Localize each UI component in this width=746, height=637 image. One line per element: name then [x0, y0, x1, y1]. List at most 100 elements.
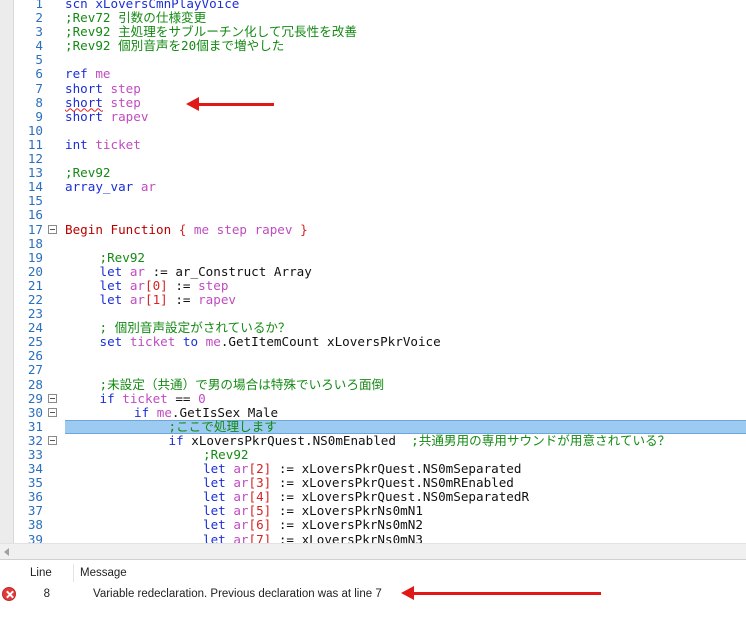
code-line[interactable]: 19 ;Rev92	[0, 249, 746, 265]
code-token: ;Rev92	[203, 447, 249, 462]
code-token: :=	[271, 461, 302, 477]
code-line[interactable]: 20 let ar := ar_Construct Array	[0, 264, 746, 279]
code-token: xLoversPkrQuest.NS0mEnabled	[183, 432, 396, 448]
line-number: 32	[27, 432, 43, 448]
code-token: if	[134, 404, 150, 420]
code-token: ar	[225, 475, 249, 491]
code-line[interactable]: 25 set ticket to me.GetItemCount xLoversP…	[0, 335, 746, 349]
code-line[interactable]: 30 if me.GetIsSex Male	[0, 404, 746, 420]
code-token: ;Rev72 引数の仕様変更	[65, 10, 207, 26]
code-text: ;ここで処理します	[169, 419, 277, 434]
code-text: ;Rev92 主処理をサブルーチン化して冗長性を改善	[65, 25, 357, 39]
error-line-number: 8	[43, 588, 50, 600]
code-text: short step	[65, 80, 141, 96]
code-token: ==	[167, 390, 199, 406]
fold-toggle-icon[interactable]	[48, 435, 57, 445]
line-number: 30	[27, 404, 43, 420]
code-line[interactable]: 32 if xLoversPkrQuest.NS0mEnabled ;共通男用の専…	[0, 432, 746, 448]
code-line[interactable]: 8 short step	[0, 94, 746, 110]
code-token: :=	[167, 291, 199, 307]
code-line[interactable]: 13 ;Rev92	[0, 166, 746, 180]
code-token: step	[102, 94, 141, 110]
code-line[interactable]: 11 int ticket	[0, 136, 746, 152]
code-line[interactable]: 4 ;Rev92 個別音声を20個まで増やした	[0, 39, 746, 53]
code-line[interactable]: 36 let ar[4] := xLoversPkrQuest.NS0mSepar…	[0, 490, 746, 504]
column-header-message[interactable]: Message	[80, 560, 127, 586]
line-number: 14	[27, 179, 43, 195]
code-line[interactable]: 31 ;ここで処理します	[0, 418, 746, 434]
code-line[interactable]: 3 ;Rev92 主処理をサブルーチン化して冗長性を改善	[0, 25, 746, 39]
code-token: let	[203, 461, 226, 477]
code-line[interactable]: 22 let ar[1] := rapev	[0, 291, 746, 307]
code-token: [4]	[248, 489, 272, 505]
code-text: int ticket	[65, 136, 141, 152]
code-token: ar	[225, 489, 249, 505]
line-number: 26	[27, 348, 43, 364]
code-line[interactable]: 9 short rapev	[0, 109, 746, 124]
code-line[interactable]: 6 ref me	[0, 67, 746, 81]
code-token: ticket	[87, 136, 141, 152]
code-token: ;Rev92	[99, 249, 146, 265]
line-number: 34	[27, 461, 43, 477]
fold-toggle-icon[interactable]	[48, 393, 57, 403]
code-line[interactable]: 29 if ticket == 0	[0, 390, 746, 406]
code-token: [1]	[145, 291, 168, 307]
line-number: 11	[27, 136, 43, 152]
code-text: let ar[4] := xLoversPkrQuest.NS0mSeparat…	[203, 490, 529, 504]
code-token: ;Rev92 主処理をサブルーチン化して冗長性を改善	[65, 24, 357, 40]
code-text: let ar[6] := xLoversPkrNs0mN2	[203, 518, 423, 532]
code-token: xLoversPkrNs0mN1	[301, 503, 423, 519]
line-number: 10	[27, 122, 43, 138]
code-line[interactable]: 24 ; 個別音声設定がされているか？	[0, 321, 746, 335]
code-token: ;共通男用の専用サウンドが用意されている？	[395, 432, 671, 448]
fold-toggle-icon[interactable]	[48, 224, 57, 234]
annotation-arrow-error	[401, 586, 601, 600]
code-line[interactable]: 14 array_var ar	[0, 180, 746, 194]
editor-horizontal-scrollbar[interactable]	[0, 543, 746, 560]
line-number: 36	[27, 489, 43, 505]
code-line[interactable]: 17 Begin Function { me step rapev }	[0, 222, 746, 237]
code-line[interactable]: 16	[0, 208, 746, 222]
code-token: ;未設定（共通）で男の場合は特殊でいろいろ面倒	[99, 376, 385, 392]
code-line[interactable]: 34 let ar[2] := xLoversPkrQuest.NS0mSepar…	[0, 461, 746, 477]
code-token: short	[65, 80, 103, 96]
line-number: 12	[27, 151, 43, 167]
code-line[interactable]: 28 ;未設定（共通）で男の場合は特殊でいろいろ面倒	[0, 376, 746, 392]
line-number: 15	[27, 193, 43, 209]
scroll-left-arrow-icon[interactable]	[4, 548, 9, 556]
code-line[interactable]: 27	[0, 363, 746, 377]
code-token: step	[198, 277, 229, 293]
code-line[interactable]: 10	[0, 122, 746, 138]
code-token: :=	[167, 277, 199, 293]
code-line[interactable]: 38 let ar[6] := xLoversPkrNs0mN2	[0, 518, 746, 532]
code-token: int	[65, 136, 88, 152]
code-line[interactable]: 5	[0, 53, 746, 67]
error-row[interactable]: 8 Variable redeclaration. Previous decla…	[0, 586, 746, 604]
code-text: let ar[0] := step	[100, 277, 229, 293]
code-line[interactable]: 7 short step	[0, 80, 746, 96]
column-separator	[73, 564, 74, 582]
code-token: :=	[271, 517, 302, 533]
code-line[interactable]: 33 ;Rev92	[0, 447, 746, 462]
code-line[interactable]: 26	[0, 349, 746, 363]
code-token: ar	[122, 291, 145, 307]
line-number: 31	[27, 418, 43, 434]
code-token: xLoversPkrQuest.NS0mREnabled	[301, 475, 514, 491]
code-token: [5]	[248, 503, 272, 519]
code-line[interactable]: 23	[0, 306, 746, 322]
line-number: 23	[27, 306, 43, 322]
code-line[interactable]: 37 let ar[5] := xLoversPkrNs0mN1	[0, 504, 746, 518]
code-token: [0]	[145, 277, 168, 293]
error-icon	[2, 587, 16, 601]
code-token: 0	[198, 390, 206, 406]
code-editor[interactable]: 1 scn xLoversCmnPlayVoice 2 ;Rev72 引数の仕様変更 3…	[0, 0, 746, 543]
column-header-line[interactable]: Line	[30, 560, 52, 586]
code-line[interactable]: 15	[0, 194, 746, 208]
code-line[interactable]: 18	[0, 236, 746, 251]
code-line[interactable]: 35 let ar[3] := xLoversPkrQuest.NS0mREnab…	[0, 476, 746, 490]
code-line[interactable]: 12	[0, 151, 746, 167]
code-line[interactable]: 39 let ar[7] := xLoversPkrNs0mN3	[0, 532, 746, 543]
fold-toggle-icon[interactable]	[48, 407, 57, 417]
code-line[interactable]: 21 let ar[0] := step	[0, 277, 746, 293]
code-line[interactable]: 2 ;Rev72 引数の仕様変更	[0, 10, 746, 26]
